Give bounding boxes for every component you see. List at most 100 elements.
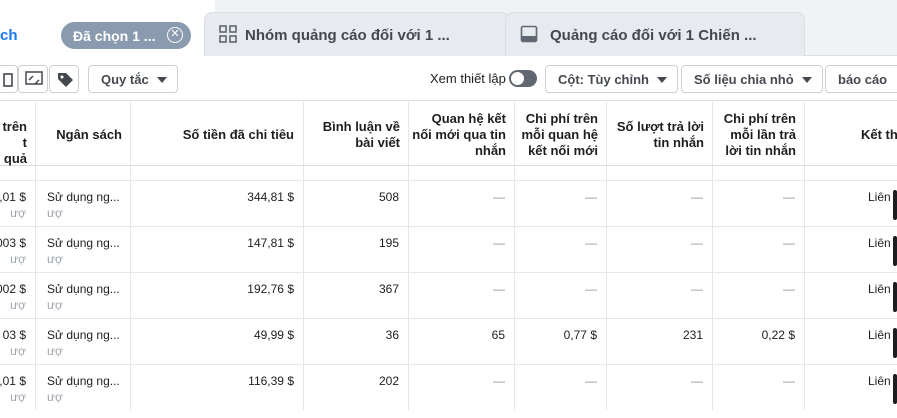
table-row[interactable]: 003 $ ượ Sử dụng ng... ượ 147,81 $ 195 — — — — Liê… (0, 226, 897, 272)
cell-result-value: Liên (868, 282, 891, 296)
header-amount-spent[interactable]: Số tiền đã chi tiêu (131, 102, 304, 165)
header-ends[interactable]: Kết thú (805, 102, 897, 165)
cell-result: Liên (805, 181, 897, 226)
table-row[interactable]: ,01 $ ượ Sử dụng ng... ượ 116,39 $ 202 — — — — Liê… (0, 364, 897, 410)
reports-label: báo cáo (838, 72, 888, 87)
ab-test-button[interactable] (18, 65, 48, 93)
selected-filter-chip[interactable]: Đã chọn 1 ... ✕ (61, 22, 191, 49)
cell-comments-value: 195 (378, 236, 399, 250)
tag-button[interactable] (49, 65, 79, 93)
delete-button[interactable] (0, 65, 18, 93)
header-new-messaging-connections[interactable]: Quan hệ kết nối mới qua tin nhắn (409, 102, 515, 165)
cell-result-value: Liên (868, 374, 891, 388)
cell-result: Liên (805, 319, 897, 364)
cell-comments: 202 (304, 365, 409, 410)
header-cost-per-result[interactable]: trên t quả (0, 102, 36, 166)
table-row[interactable]: ,01 $ ượ Sử dụng ng... ượ 344,81 $ 508 — — — — Liê… (0, 180, 897, 226)
cell-cost_conn-value: 0,77 $ (563, 328, 597, 342)
cell-c0-value: ,01 $ (0, 374, 26, 388)
row-edge-marker (893, 236, 897, 266)
cell-cost_reply: — (713, 181, 805, 226)
tag-icon (58, 73, 73, 87)
tab-ads-label: Quảng cáo đối với 1 Chiến ... (550, 27, 757, 44)
header-post-comments[interactable]: Bình luận về bài viết (304, 102, 409, 165)
cell-cost_reply: — (713, 227, 805, 272)
cell-spent-value: 147,81 $ (247, 236, 294, 250)
tab-ad-sets[interactable]: Nhóm quảng cáo đối với 1 ... (204, 12, 509, 56)
cell-cost_conn: — (515, 273, 607, 318)
cell-c0: ,01 $ ượ (0, 181, 36, 226)
cell-cost_reply-value: 0,22 $ (761, 328, 795, 342)
cell-replies-value: — (691, 282, 703, 296)
toggle-knob (511, 72, 524, 85)
cell-subtext: ượ (10, 390, 26, 404)
cell-c0: 002 $ ượ (0, 273, 36, 318)
cell-subtext: ượ (10, 252, 26, 266)
tab-ads[interactable]: Quảng cáo đối với 1 Chiến ... (505, 12, 805, 56)
cell-replies: — (607, 181, 713, 226)
toolbar: Quy tắc Xem thiết lập Cột: Tùy chỉnh Số … (0, 57, 897, 101)
ad-icon (520, 25, 538, 43)
header-cost-per-new-connection[interactable]: Chi phí trên mỗi quan hệ kết nối mới (515, 102, 607, 165)
cell-comments: 195 (304, 227, 409, 272)
cell-result-value: Liên (868, 328, 891, 342)
cell-result: Liên (805, 365, 897, 410)
reports-dropdown[interactable]: báo cáo (825, 65, 897, 93)
cell-cost_conn: — (515, 227, 607, 272)
caret-down-icon (156, 77, 167, 83)
table-row-partial (0, 166, 897, 180)
cell-cost_conn-value: — (585, 282, 597, 296)
cell-c0: 003 $ ượ (0, 227, 36, 272)
cell-cost_conn: 0,77 $ (515, 319, 607, 364)
breakdown-dropdown[interactable]: Số liệu chia nhỏ (681, 65, 823, 93)
trash-icon (3, 73, 13, 87)
view-setup-label: Xem thiết lập (430, 71, 506, 86)
cell-budget: Sử dụng ng... ượ (36, 227, 131, 272)
cell-new_conn-value: — (493, 190, 505, 204)
cell-spent: 344,81 $ (131, 181, 304, 226)
cell-replies: 231 (607, 319, 713, 364)
cell-comments-value: 36 (385, 328, 399, 342)
cell-subtext: ượ (47, 298, 63, 312)
cell-replies-value: 231 (682, 328, 703, 342)
row-edge-marker (893, 190, 897, 220)
tab-campaigns[interactable]: ch Đã chọn 1 ... ✕ (0, 0, 215, 56)
cell-subtext: ượ (47, 390, 63, 404)
cell-result: Liên (805, 227, 897, 272)
cell-cost_reply: — (713, 365, 805, 410)
cell-c0-value: 002 $ (0, 282, 26, 296)
cell-subtext: ượ (47, 206, 63, 220)
row-edge-marker (893, 282, 897, 312)
view-setup-toggle[interactable] (509, 70, 537, 87)
cell-comments: 36 (304, 319, 409, 364)
cell-budget: Sử dụng ng... ượ (36, 365, 131, 410)
rules-dropdown[interactable]: Quy tắc (88, 65, 178, 93)
cell-cost_conn: — (515, 181, 607, 226)
table-row[interactable]: 03 $ ượ Sử dụng ng... ượ 49,99 $ 36 65 0,77 $ 23… (0, 318, 897, 364)
close-icon[interactable]: ✕ (167, 27, 183, 43)
cell-comments-value: 508 (378, 190, 399, 204)
cell-new_conn: — (409, 365, 515, 410)
cell-comments: 367 (304, 273, 409, 318)
columns-dropdown[interactable]: Cột: Tùy chỉnh (545, 65, 678, 93)
cell-subtext: ượ (47, 252, 63, 266)
cell-budget-value: Sử dụng ng... (47, 282, 120, 296)
cell-spent: 192,76 $ (131, 273, 304, 318)
header-message-replies[interactable]: Số lượt trả lời tin nhắn (607, 102, 713, 165)
header-cost-per-reply[interactable]: Chi phí trên mỗi lần trả lời tin nhắn (713, 102, 805, 165)
cell-replies-value: — (691, 236, 703, 250)
table-row[interactable]: 002 $ ượ Sử dụng ng... ượ 192,76 $ 367 — — — — Liê… (0, 272, 897, 318)
cell-new_conn-value: — (493, 236, 505, 250)
cell-new_conn-value: 65 (491, 328, 505, 342)
cell-spent-value: 344,81 $ (247, 190, 294, 204)
cell-budget-value: Sử dụng ng... (47, 236, 120, 250)
cell-replies: — (607, 227, 713, 272)
cell-spent: 49,99 $ (131, 319, 304, 364)
cell-comments-value: 202 (378, 374, 399, 388)
cell-new_conn: — (409, 227, 515, 272)
tab-bar: ch Đã chọn 1 ... ✕ Nhóm quảng cáo đối vớ… (0, 0, 897, 56)
columns-label: Cột: Tùy chỉnh (558, 72, 649, 87)
header-budget[interactable]: Ngân sách (36, 102, 131, 165)
breakdown-label: Số liệu chia nhỏ (694, 72, 794, 87)
cell-c0-value: 003 $ (0, 236, 26, 250)
